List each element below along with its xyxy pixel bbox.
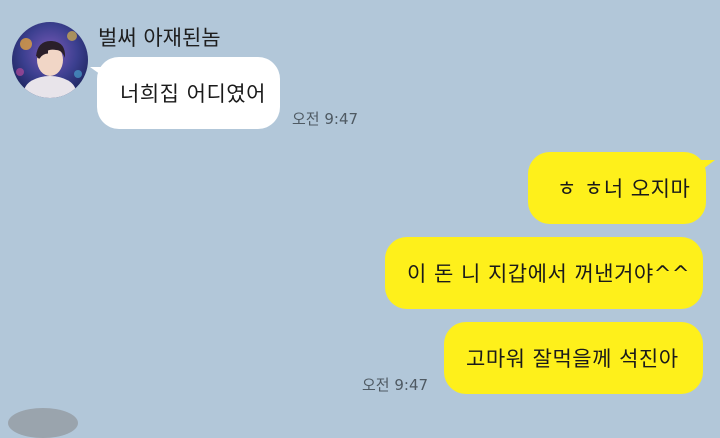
bubble-tail bbox=[699, 160, 715, 172]
sender-avatar[interactable] bbox=[12, 22, 88, 98]
message-timestamp: 오전 9:47 bbox=[362, 376, 429, 394]
message-text: 고마워 잘먹을께 석진아 bbox=[466, 347, 679, 371]
incoming-message-bubble[interactable]: 너희집 어디였어 bbox=[90, 57, 280, 129]
next-sender-avatar[interactable] bbox=[8, 408, 78, 438]
message-text: 이 돈 니 지갑에서 꺼낸거야^^ bbox=[407, 262, 690, 286]
message-text: 너희집 어디였어 bbox=[120, 82, 266, 106]
outgoing-message-bubble[interactable]: 고마워 잘먹을께 석진아 bbox=[444, 322, 703, 394]
profile-photo-icon bbox=[12, 22, 88, 98]
message-text: ㅎ ㅎ너 오지마 bbox=[557, 177, 691, 201]
outgoing-message-bubble[interactable]: 이 돈 니 지갑에서 꺼낸거야^^ bbox=[385, 237, 703, 309]
message-timestamp: 오전 9:47 bbox=[292, 110, 359, 128]
bubble-tail bbox=[90, 67, 104, 77]
sender-name: 벌써 아재된놈 bbox=[98, 26, 221, 50]
outgoing-message-bubble[interactable]: ㅎ ㅎ너 오지마 bbox=[528, 152, 715, 224]
